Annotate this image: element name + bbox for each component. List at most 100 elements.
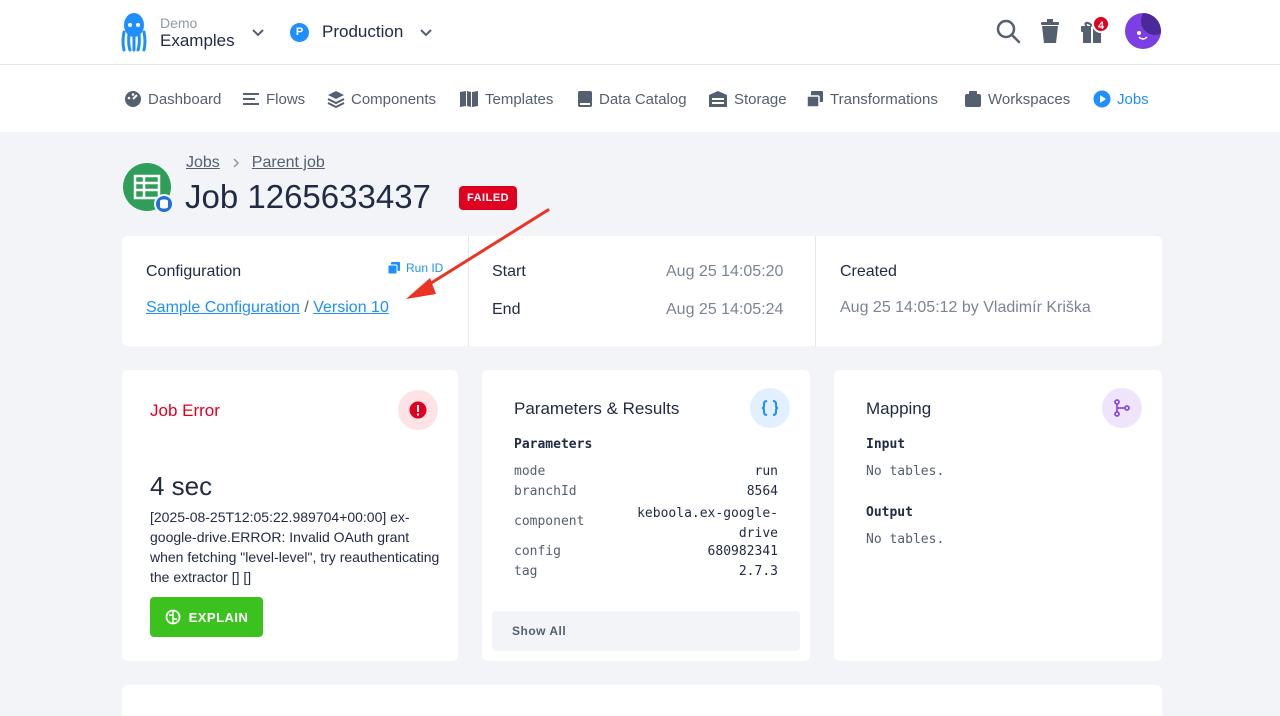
breadcrumb: Jobs Parent job: [186, 154, 325, 172]
job-info-card: Configuration Run ID Sample Configuratio…: [122, 236, 1162, 346]
mapping-circle: [1102, 388, 1142, 428]
explain-label: EXPLAIN: [188, 609, 249, 625]
nav-label: Flows: [266, 90, 306, 108]
notification-badge: 4: [1092, 15, 1110, 33]
mapping-card: Mapping Input No tables. Output No table…: [834, 370, 1162, 661]
created-value: Aug 25 14:05:12 by Vladimír Kriška: [840, 299, 1091, 316]
storage-icon: [709, 91, 727, 107]
mapping-title: Mapping: [866, 399, 932, 418]
output-label: Output: [866, 505, 913, 520]
nav-transformations[interactable]: Transformations: [806, 89, 938, 109]
project-name: Examples: [160, 31, 235, 50]
data-catalog-icon: [578, 91, 592, 107]
created-label: Created: [840, 263, 897, 280]
page-title: Job 1265633437: [185, 178, 431, 215]
trash-icon[interactable]: [1037, 18, 1063, 44]
output-value: No tables.: [866, 532, 945, 547]
end-value: Aug 25 14:05:24: [666, 301, 784, 318]
transformations-icon: [806, 91, 823, 108]
param-value: run: [754, 464, 778, 479]
octopus-logo-icon[interactable]: [120, 12, 148, 52]
parameters-section-label: Parameters: [514, 437, 593, 452]
brain-icon: [165, 609, 180, 625]
templates-icon: [460, 91, 478, 107]
breadcrumb-jobs[interactable]: Jobs: [186, 154, 220, 172]
show-all-button[interactable]: Show All: [492, 611, 800, 651]
param-value: 2.7.3: [738, 564, 778, 579]
nav-label: Storage: [734, 90, 787, 108]
input-label: Input: [866, 437, 906, 452]
nav-label: Dashboard: [148, 90, 222, 108]
nav-jobs[interactable]: Jobs: [1093, 89, 1149, 109]
param-key: component: [514, 514, 585, 529]
flows-icon: [243, 93, 259, 105]
nav-label: Jobs: [1117, 90, 1149, 108]
nav-dashboard[interactable]: Dashboard: [124, 89, 221, 109]
search-icon[interactable]: [995, 18, 1021, 44]
branch-badge: P: [290, 23, 309, 42]
nav-templates[interactable]: Templates: [459, 89, 553, 109]
branch-icon: [1114, 399, 1130, 417]
nav-flows[interactable]: Flows: [242, 89, 305, 109]
project-switcher[interactable]: Demo Examples: [160, 15, 235, 51]
main-nav: Dashboard Flows Components Templates Dat…: [0, 65, 1280, 132]
param-key: mode: [514, 464, 546, 479]
params-circle: [750, 388, 790, 428]
param-key: config: [514, 544, 561, 559]
configuration-links: Sample Configuration / Version 10: [146, 299, 389, 317]
chevron-down-icon[interactable]: [418, 24, 434, 40]
parameters-card: Parameters & Results Parameters mode run…: [482, 370, 810, 661]
nav-label: Templates: [485, 90, 554, 108]
param-value: 8564: [746, 484, 778, 499]
breadcrumb-parent-job[interactable]: Parent job: [252, 154, 325, 172]
branch-switcher[interactable]: Production: [322, 22, 403, 42]
chevron-down-icon[interactable]: [250, 24, 266, 40]
explain-button[interactable]: EXPLAIN: [150, 597, 263, 637]
avatar[interactable]: [1125, 13, 1161, 49]
copy-icon: [388, 262, 400, 274]
start-value: Aug 25 14:05:20: [666, 263, 784, 280]
param-value: keboola.ex-google-drive: [637, 506, 778, 541]
job-error-card: Job Error 4 sec [2025-08-25T12:05:22.989…: [122, 370, 458, 661]
nav-label: Components: [351, 90, 437, 108]
annotation-arrow-icon: [406, 208, 550, 299]
nav-label: Transformations: [830, 90, 938, 108]
error-circle: [398, 390, 438, 430]
top-bar: Demo Examples P Production 4: [0, 0, 1280, 65]
jobs-icon: [1093, 90, 1111, 108]
nav-components[interactable]: Components: [327, 89, 436, 109]
project-org: Demo: [160, 15, 198, 31]
job-duration: 4 sec: [150, 471, 213, 501]
components-icon: [327, 91, 345, 108]
error-message: [2025-08-25T12:05:22.989704+00:00] ex-go…: [150, 509, 440, 585]
dashboard-icon: [125, 91, 141, 107]
divider: [815, 236, 816, 346]
param-row: mode run: [514, 464, 778, 484]
braces-icon: [761, 400, 779, 416]
param-key: tag: [514, 564, 538, 579]
param-value: 680982341: [707, 544, 778, 559]
next-card: [122, 685, 1162, 716]
chevron-right-icon: [233, 158, 239, 168]
param-row: branchId 8564: [514, 484, 778, 504]
configuration-label: Configuration: [146, 263, 242, 280]
configuration-link[interactable]: Sample Configuration: [146, 299, 300, 316]
version-link[interactable]: Version 10: [313, 299, 389, 316]
nav-workspaces[interactable]: Workspaces: [964, 89, 1070, 109]
param-row: config 680982341: [514, 544, 778, 564]
param-row: component keboola.ex-google-drive: [514, 504, 778, 544]
job-error-title: Job Error: [150, 401, 220, 420]
nav-storage[interactable]: Storage: [708, 89, 787, 109]
database-badge-icon: [154, 194, 174, 214]
alert-icon: [409, 401, 427, 419]
nav-data-catalog[interactable]: Data Catalog: [577, 89, 687, 109]
param-key: branchId: [514, 484, 577, 499]
nav-label: Data Catalog: [599, 90, 687, 108]
input-value: No tables.: [866, 464, 945, 479]
parameters-title: Parameters & Results: [514, 399, 680, 418]
workspaces-icon: [965, 91, 981, 107]
nav-label: Workspaces: [988, 90, 1071, 108]
separator: /: [304, 299, 309, 316]
avatar-face-icon: [1137, 13, 1161, 40]
param-row: tag 2.7.3: [514, 564, 778, 584]
